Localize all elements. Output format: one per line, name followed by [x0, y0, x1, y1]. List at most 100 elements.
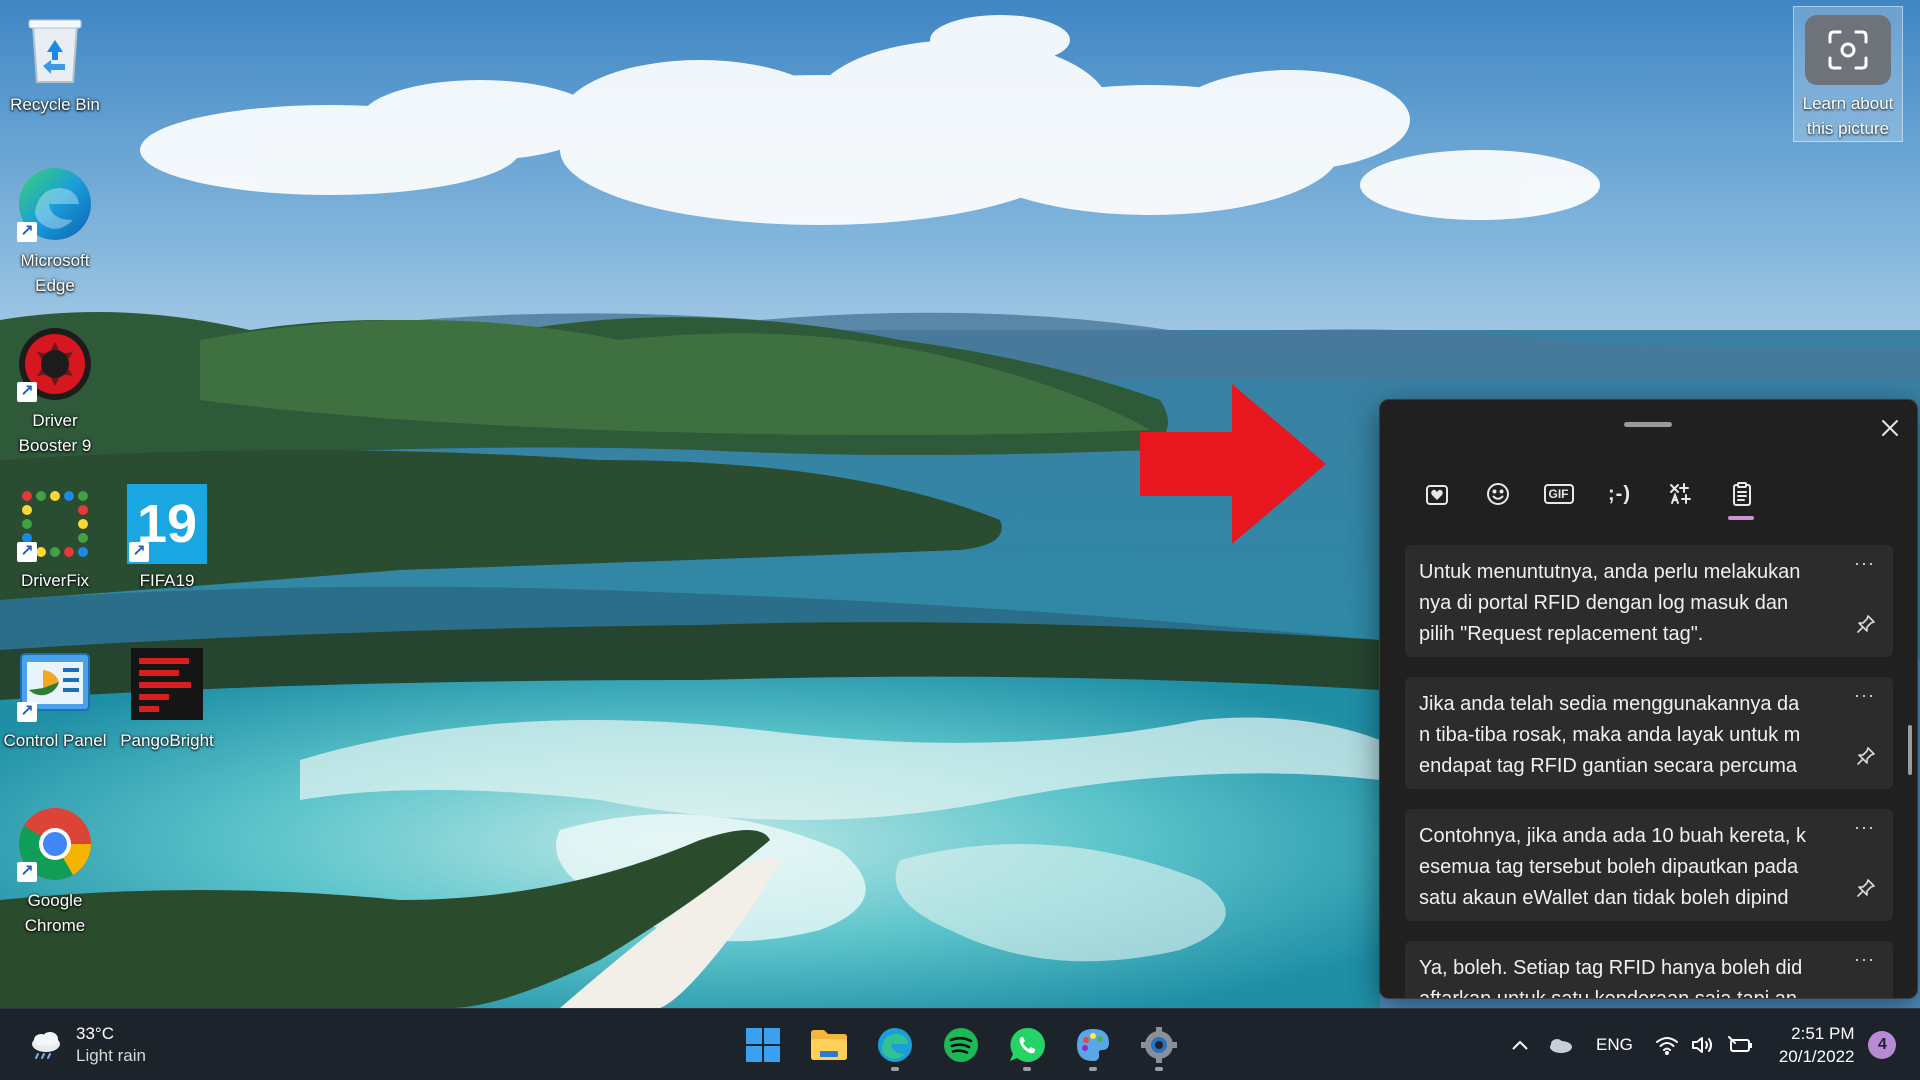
- paint-palette-icon: [1077, 1029, 1109, 1061]
- desktop-icon-label: DriverFix: [21, 571, 89, 590]
- tab-most-recent[interactable]: [1406, 464, 1467, 524]
- onedrive-button[interactable]: [1540, 1009, 1580, 1080]
- clipboard-item-text: Untuk menuntutnya, anda perlu melakukan …: [1419, 561, 1801, 645]
- whatsapp-icon: [1010, 1027, 1045, 1062]
- desktop-icon-driver-booster[interactable]: ↗ Driver Booster 9: [1, 324, 109, 458]
- clipboard-item-text: Ya, boleh. Setiap tag RFID hanya boleh d…: [1419, 957, 1803, 999]
- recycle-bin-icon: [15, 8, 95, 88]
- desktop-icon-label: Driver Booster 9: [18, 411, 92, 455]
- red-arrow-annotation: [1140, 384, 1326, 544]
- desktop-icon-label: PangoBright: [120, 731, 214, 750]
- taskbar-app-list: [735, 1017, 1187, 1073]
- desktop-icon-label: Google Chrome: [24, 891, 86, 935]
- fifa19-icon: 19 ↗: [127, 484, 207, 564]
- clock[interactable]: 2:51 PM 20/1/2022: [1779, 1022, 1855, 1068]
- taskbar-edge[interactable]: [867, 1017, 923, 1073]
- taskbar-settings[interactable]: [1131, 1017, 1187, 1073]
- chevron-up-icon: [1512, 1040, 1528, 1050]
- clipboard-item-text: Contohnya, jika anda ada 10 buah kereta,…: [1419, 825, 1806, 909]
- running-indicator: [1155, 1067, 1163, 1071]
- clipboard-item[interactable]: Contohnya, jika anda ada 10 buah kereta,…: [1405, 809, 1893, 921]
- speaker-icon: [1691, 1037, 1712, 1053]
- more-options-icon[interactable]: ···: [1854, 817, 1875, 838]
- shortcut-arrow-icon: ↗: [17, 382, 37, 402]
- volume-button[interactable]: [1685, 1009, 1721, 1080]
- running-indicator: [891, 1067, 899, 1071]
- symbols-icon: [1669, 483, 1691, 504]
- notification-badge[interactable]: 4: [1868, 1031, 1897, 1059]
- tab-gif[interactable]: GIF: [1528, 464, 1589, 524]
- driverfix-icon: ↗: [15, 484, 95, 564]
- chrome-icon: ↗: [15, 804, 95, 884]
- running-indicator: [1089, 1067, 1097, 1071]
- tab-symbols[interactable]: [1650, 464, 1711, 524]
- desktop-icon-fifa19[interactable]: 19 ↗ FIFA19: [113, 484, 221, 593]
- taskbar-paint[interactable]: [1065, 1017, 1121, 1073]
- tab-emoji[interactable]: [1467, 464, 1528, 524]
- clipboard-item-text: Jika anda telah sedia menggunakannya da …: [1419, 693, 1801, 777]
- show-hidden-icons-button[interactable]: [1500, 1009, 1540, 1080]
- clipboard-scrollbar[interactable]: [1908, 725, 1912, 775]
- cloud-icon: [1550, 1039, 1572, 1053]
- start-button[interactable]: [735, 1017, 791, 1073]
- pin-icon[interactable]: [1855, 613, 1877, 635]
- desktop-icon-label: Recycle Bin: [10, 95, 100, 114]
- pangobright-icon: [127, 644, 207, 724]
- taskbar-file-explorer[interactable]: [801, 1017, 857, 1073]
- wifi-icon: [1655, 1037, 1678, 1055]
- edge-icon: [878, 1028, 912, 1062]
- folder-icon: [811, 1030, 847, 1060]
- desktop-icon-label: Microsoft Edge: [20, 251, 90, 295]
- clipboard-icon: [1732, 482, 1751, 506]
- learn-about-this-picture-tile[interactable]: Learn about this picture: [1793, 6, 1903, 142]
- language-indicator[interactable]: ENG: [1596, 1009, 1633, 1080]
- heart-icon: [1425, 485, 1448, 505]
- weather-temperature: 33°C: [76, 1024, 114, 1043]
- wifi-button[interactable]: [1649, 1009, 1685, 1080]
- battery-button[interactable]: [1721, 1009, 1761, 1080]
- taskbar-spotify[interactable]: [933, 1017, 989, 1073]
- clock-time: 2:51 PM: [1791, 1024, 1855, 1043]
- panel-tab-bar: GIF ;-): [1406, 464, 1772, 524]
- desktop-icon-pangobright[interactable]: PangoBright: [113, 644, 221, 753]
- gear-icon: [1141, 1027, 1177, 1063]
- weather-widget[interactable]: 33°C Light rain: [28, 1023, 146, 1067]
- more-options-icon[interactable]: ···: [1854, 553, 1875, 574]
- smiley-icon: [1486, 483, 1509, 505]
- desktop-icon-driverfix[interactable]: ↗ DriverFix: [1, 484, 109, 593]
- clipboard-item[interactable]: Ya, boleh. Setiap tag RFID hanya boleh d…: [1405, 941, 1893, 999]
- pin-icon[interactable]: [1855, 745, 1877, 767]
- rain-cloud-icon: [32, 1032, 60, 1059]
- tab-clipboard[interactable]: [1711, 464, 1772, 524]
- panel-drag-handle[interactable]: [1624, 422, 1672, 427]
- emoji-clipboard-panel: GIF ;-) Untuk menuntutnya, anda perlu me…: [1379, 399, 1918, 999]
- desktop-icon-label: Control Panel: [3, 731, 107, 750]
- gif-icon: GIF: [1543, 484, 1574, 504]
- running-indicator: [1023, 1067, 1031, 1071]
- taskbar-whatsapp[interactable]: [999, 1017, 1055, 1073]
- desktop-icon-microsoft-edge[interactable]: ↗ Microsoft Edge: [1, 164, 109, 298]
- camera-focus-icon: [1805, 15, 1891, 85]
- desktop-icon-control-panel[interactable]: ↗ Control Panel: [1, 644, 109, 753]
- pin-icon[interactable]: [1855, 877, 1877, 899]
- shortcut-arrow-icon: ↗: [17, 702, 37, 722]
- desktop-icon-label: FIFA19: [139, 571, 195, 590]
- control-panel-icon: ↗: [15, 644, 95, 724]
- tab-kaomoji[interactable]: ;-): [1589, 464, 1650, 524]
- weather-condition: Light rain: [76, 1046, 146, 1065]
- kaomoji-icon: ;-): [1608, 482, 1631, 505]
- clipboard-item[interactable]: Jika anda telah sedia menggunakannya da …: [1405, 677, 1893, 789]
- clipboard-history-list: Untuk menuntutnya, anda perlu melakukan …: [1405, 545, 1893, 999]
- spotify-icon: [944, 1028, 978, 1062]
- driver-booster-icon: ↗: [15, 324, 95, 404]
- close-icon: [1882, 420, 1898, 436]
- clock-date: 20/1/2022: [1778, 1047, 1855, 1066]
- more-options-icon[interactable]: ···: [1854, 685, 1875, 706]
- clipboard-item[interactable]: Untuk menuntutnya, anda perlu melakukan …: [1405, 545, 1893, 657]
- system-tray: ENG 2:51 PM 20/1/2022 4: [1500, 1009, 1897, 1080]
- close-button[interactable]: [1872, 410, 1908, 446]
- shortcut-arrow-icon: ↗: [17, 222, 37, 242]
- desktop-icon-google-chrome[interactable]: ↗ Google Chrome: [1, 804, 109, 938]
- desktop-icon-recycle-bin[interactable]: Recycle Bin: [1, 8, 109, 117]
- more-options-icon[interactable]: ···: [1854, 949, 1875, 970]
